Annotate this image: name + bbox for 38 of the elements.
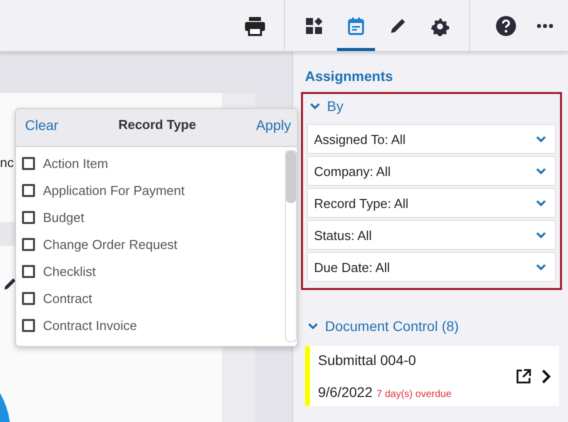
checkbox[interactable] (22, 265, 35, 278)
open-external-icon[interactable] (516, 368, 531, 384)
print-icon[interactable] (244, 16, 266, 36)
checkbox[interactable] (22, 211, 35, 224)
panel-title: Assignments (305, 68, 394, 84)
filter-dropdown[interactable]: Company: All (307, 156, 556, 186)
option-label[interactable]: Application For Payment (43, 183, 185, 198)
clear-link[interactable]: Clear (25, 116, 58, 132)
checkbox[interactable] (22, 238, 35, 251)
clipped-text: nc (0, 155, 14, 170)
option-label[interactable]: Action Item (43, 156, 108, 171)
option-label[interactable]: Change Order Request (43, 237, 178, 252)
overdue-text: 7 day(s) overdue (376, 389, 452, 400)
option-label[interactable]: Checklist (43, 264, 96, 279)
option-label[interactable]: Budget (43, 210, 84, 225)
checkbox[interactable] (22, 319, 35, 332)
apply-link[interactable]: Apply (256, 116, 291, 132)
chevron-right-icon[interactable] (541, 368, 551, 384)
filter-dropdown[interactable]: Record Type: All (307, 188, 556, 218)
option-label[interactable]: Contract Invoice (43, 318, 137, 333)
pencil-icon[interactable] (2, 276, 18, 292)
help-icon[interactable] (496, 16, 516, 36)
assignment-card[interactable]: Submittal 004-0 9/6/2022 7 day(s) overdue (305, 346, 559, 406)
checkbox[interactable] (22, 292, 35, 305)
record-title: Submittal 004-0 (318, 352, 418, 368)
popup-title: Record Type (118, 117, 196, 132)
scrollbar[interactable] (285, 150, 297, 342)
chart-arc-drawing (0, 393, 12, 422)
section-toggle[interactable]: By (309, 98, 344, 114)
due-date: 9/6/2022 (318, 384, 372, 400)
filter-dropdown[interactable]: Assigned To: All (307, 124, 556, 154)
section-toggle[interactable]: Document Control (8) (307, 318, 459, 334)
checkbox[interactable] (22, 184, 35, 197)
filter-dropdown[interactable]: Status: All (307, 220, 556, 250)
checkbox[interactable] (22, 157, 35, 170)
option-label[interactable]: Contract (43, 291, 92, 306)
filter-dropdown[interactable]: Due Date: All (307, 252, 556, 282)
more-icon[interactable] (536, 22, 554, 28)
